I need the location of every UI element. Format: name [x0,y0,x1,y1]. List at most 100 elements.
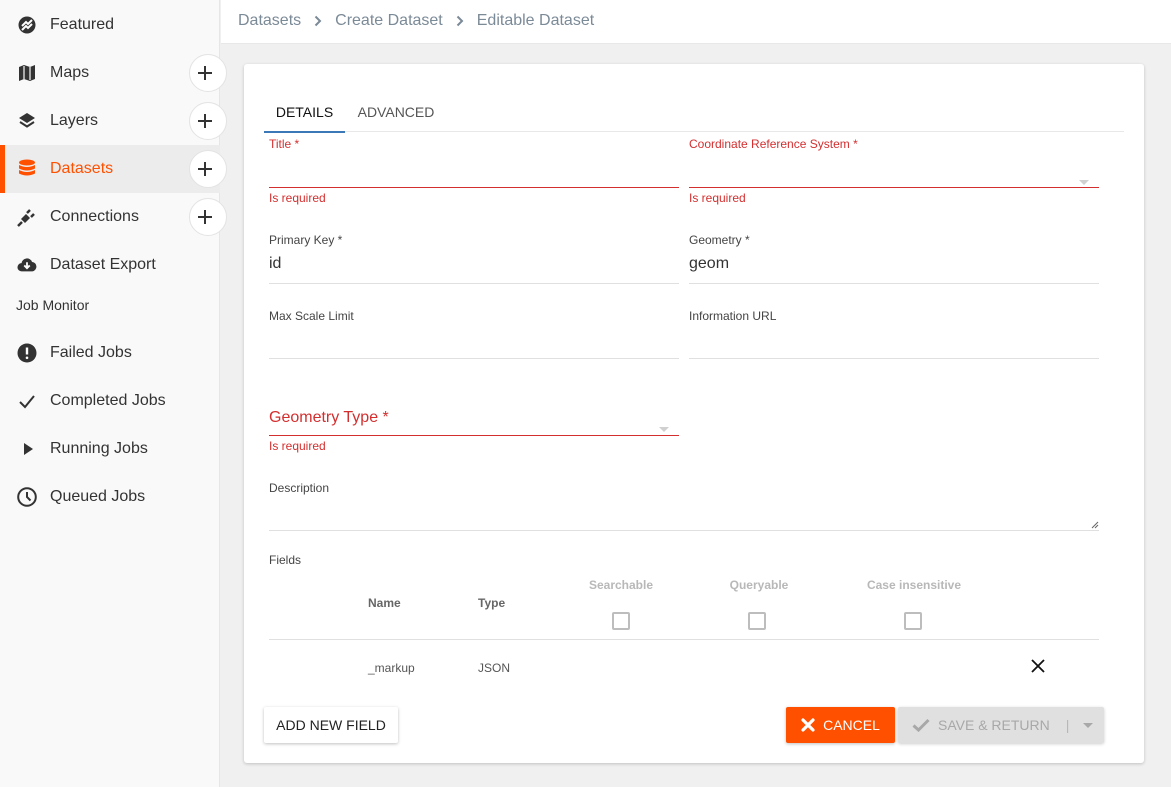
sidebar-item-connections[interactable]: Connections [0,193,227,241]
searchable-all-checkbox[interactable] [612,612,630,630]
queryable-all-checkbox[interactable] [748,612,766,630]
sidebar-item-failed-jobs[interactable]: Failed Jobs [0,329,220,377]
breadcrumb-editable-dataset: Editable Dataset [476,12,595,29]
chevron-right-icon [456,15,464,27]
add-map-button[interactable] [189,54,227,92]
crs-underline [689,187,1099,188]
information-url-field[interactable]: Information URL [689,309,1099,361]
geometry-underline [689,283,1099,284]
geometry-field[interactable]: Geometry * geom [689,233,1099,285]
tab-advanced[interactable]: ADVANCED [351,92,441,132]
primary-key-field[interactable]: Primary Key * id [269,233,679,285]
exclamation-circle-icon [17,343,37,363]
description-label: Description [269,481,330,495]
title-error: Is required [269,191,326,205]
database-icon [17,159,37,179]
sidebar-item-label: Maps [50,64,90,81]
sidebar-item-label: Dataset Export [50,256,156,273]
add-layer-button[interactable] [189,102,227,140]
chevron-down-icon[interactable] [1083,722,1094,728]
sidebar-item-label: Running Jobs [50,440,148,457]
column-header-name: Name [368,596,401,610]
dropdown-caret-icon [659,427,669,432]
column-header-type: Type [478,596,506,610]
primary-key-input[interactable]: id [269,255,281,273]
geometry-type-select[interactable]: Geometry Type * Is required [269,407,679,457]
column-header-case-insensitive: Case insensitive [866,578,962,592]
sidebar-item-completed-jobs[interactable]: Completed Jobs [0,377,220,425]
column-header-queryable: Queryable [729,578,789,592]
cloud-download-icon [17,255,37,275]
breadcrumb-datasets[interactable]: Datasets [238,12,301,30]
description-underline [269,530,1099,531]
information-url-underline [689,358,1099,359]
fields-label-wrap: Fields [269,553,301,567]
sidebar-item-layers[interactable]: Layers [0,97,227,145]
close-icon [1031,659,1045,673]
title-label: Title * [269,137,300,151]
cancel-label: CANCEL [823,717,880,733]
crs-label: Coordinate Reference System * [689,137,858,151]
layers-icon [17,111,37,131]
title-field[interactable]: Title * Is required [269,137,679,207]
field-name-cell: _markup [368,661,415,675]
plus-icon [198,210,212,224]
max-scale-limit-underline [269,358,679,359]
save-label: SAVE & RETURN [938,717,1050,733]
sidebar: Featured Maps Layers Datasets Connection… [0,0,227,787]
information-url-label: Information URL [689,309,777,323]
column-header-searchable: Searchable [588,578,654,592]
sidebar-item-label: Featured [50,16,115,33]
tab-details[interactable]: DETAILS [264,92,345,133]
field-type-cell: JSON [478,661,511,675]
geometry-type-underline [269,435,679,436]
check-icon [17,391,37,411]
sidebar-item-running-jobs[interactable]: Running Jobs [0,425,220,473]
add-connection-button[interactable] [189,198,227,236]
crs-error: Is required [689,191,746,205]
sidebar-item-label: Completed Jobs [50,392,166,409]
description-field[interactable]: Description [269,481,1099,531]
breadcrumb: Datasets Create Dataset Editable Dataset [238,12,594,30]
plug-icon [17,207,37,227]
table-header-divider [269,639,1099,640]
geometry-type-label: Geometry Type * [269,409,389,426]
job-monitor-heading: Job Monitor [16,297,90,313]
sidebar-item-featured[interactable]: Featured [0,1,220,49]
max-scale-limit-label: Max Scale Limit [269,309,354,323]
sidebar-item-label: Queued Jobs [50,488,146,505]
case-insensitive-all-checkbox[interactable] [904,612,922,630]
resize-handle-icon[interactable] [1091,521,1099,529]
geometry-label: Geometry * [689,233,750,247]
close-icon [801,718,815,732]
sidebar-item-datasets[interactable]: Datasets [0,145,227,193]
breadcrumb-create-dataset[interactable]: Create Dataset [335,12,443,30]
title-underline [269,187,679,188]
max-scale-limit-field[interactable]: Max Scale Limit [269,309,679,361]
add-dataset-button[interactable] [189,150,227,188]
sidebar-item-dataset-export[interactable]: Dataset Export [0,241,220,289]
sidebar-item-queued-jobs[interactable]: Queued Jobs [0,473,220,521]
sidebar-item-label: Connections [50,208,139,225]
delete-field-button[interactable] [1031,659,1045,673]
save-and-return-button[interactable]: SAVE & RETURN | [898,707,1104,743]
sidebar-item-maps[interactable]: Maps [0,49,227,97]
clock-icon [17,487,37,507]
play-icon [17,439,37,459]
fields-label: Fields [269,553,302,567]
chevron-right-icon [314,15,322,27]
geometry-input[interactable]: geom [689,255,729,273]
dataset-form-card: DETAILS ADVANCED Title * Is required Coo… [244,64,1144,763]
plus-icon [198,114,212,128]
plus-icon [198,66,212,80]
sidebar-item-label: Layers [50,112,99,129]
cancel-button[interactable]: CANCEL [786,707,895,743]
tab-bar: DETAILS ADVANCED [264,92,1124,133]
top-bar: Datasets Create Dataset Editable Dataset [221,0,1171,44]
featured-icon [17,15,37,35]
add-new-field-button[interactable]: ADD NEW FIELD [264,707,398,743]
split-divider: | [1065,717,1070,733]
dropdown-caret-icon [1079,180,1089,185]
check-icon [912,718,930,732]
crs-select[interactable]: Coordinate Reference System * Is require… [689,137,1099,207]
